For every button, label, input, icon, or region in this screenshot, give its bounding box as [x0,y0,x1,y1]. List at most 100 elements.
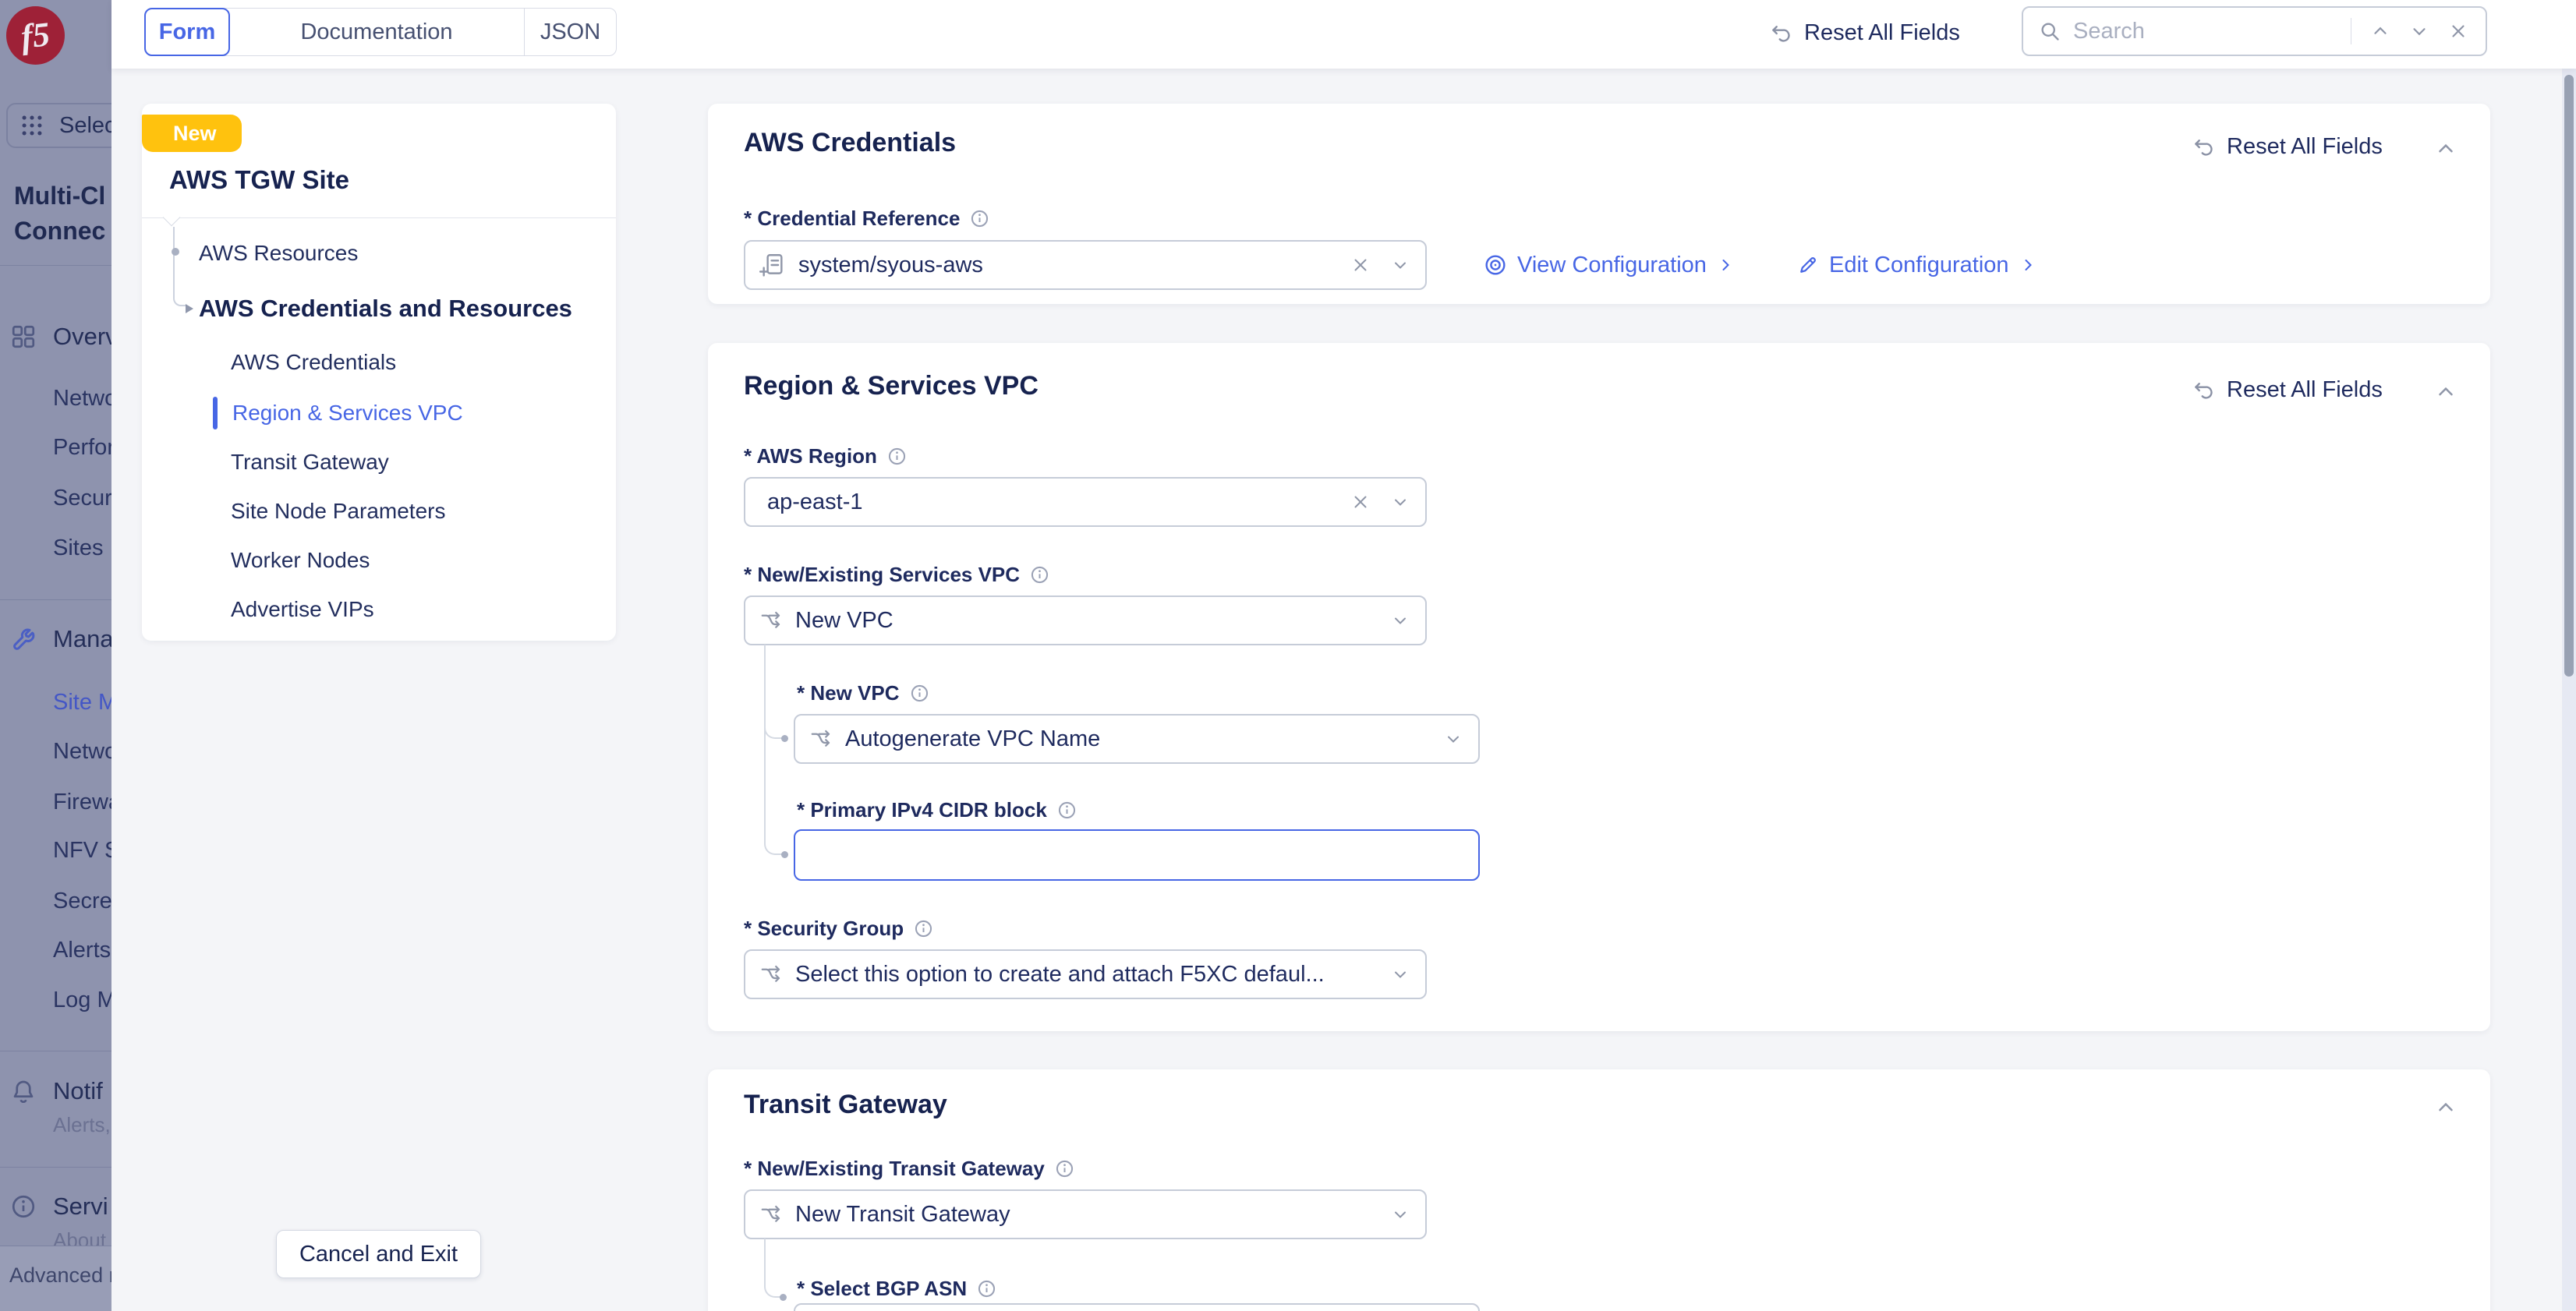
new-vpc-select[interactable]: Autogenerate VPC Name [794,714,1480,764]
tree-bullet [172,248,179,256]
info-icon[interactable] [1029,564,1050,585]
chevron-down-icon[interactable] [1391,256,1410,274]
scrollbar-thumb[interactable] [2564,75,2574,677]
sidebar-item-performance: Perfor [53,434,111,461]
transit-gateway-select[interactable]: New Transit Gateway [744,1189,1427,1239]
tree-item-worker-nodes[interactable]: Worker Nodes [231,547,370,574]
view-configuration-link[interactable]: View Configuration [1483,248,1735,282]
sidebar-footer: Advanced n [0,1246,111,1311]
cancel-and-exit-label: Cancel and Exit [299,1242,458,1267]
undo-icon [1770,22,1793,45]
security-group-value: Select this option to create and attach … [795,962,1391,988]
tab-json[interactable]: JSON [524,9,616,55]
aws-region-select[interactable]: ap-east-1 [744,477,1427,527]
sidebar-divider [0,599,111,600]
reset-all-fields-button[interactable]: Reset All Fields [1770,20,1960,46]
section-region-services-vpc [708,343,2490,1031]
info-icon[interactable] [976,1278,997,1299]
tree-item-site-node-parameters[interactable]: Site Node Parameters [231,498,445,525]
info-icon[interactable] [969,208,990,229]
cidr-input[interactable] [794,829,1480,881]
reference-icon [759,252,786,278]
tab-documentation[interactable]: Documentation [229,9,524,55]
field-label-row: * Select BGP ASN [797,1275,997,1302]
transit-gateway-label: * New/Existing Transit Gateway [744,1157,1045,1181]
credential-reference-select[interactable]: system/syous-aws [744,240,1427,290]
edit-configuration-link[interactable]: Edit Configuration [1796,248,2037,282]
bgp-asn-select[interactable] [794,1303,1480,1311]
tree-arrow-icon [186,304,193,313]
select-service-button: Selec [6,103,111,148]
services-vpc-label: * New/Existing Services VPC [744,563,1020,587]
field-label-row: * New VPC [797,680,930,706]
field-label-row: * AWS Region [744,443,908,469]
transit-gateway-value: New Transit Gateway [795,1202,1391,1228]
sidebar-item-firewall: Firewa [53,789,111,815]
info-icon[interactable] [913,918,934,939]
sidebar-item-network: Netwo [53,385,111,412]
info-icon[interactable] [909,683,930,704]
tree-active-bar [213,397,218,429]
view-mode-tabs: Form Documentation JSON [144,8,617,56]
tree-item-aws-credentials[interactable]: AWS Credentials [231,349,396,376]
sidebar: f5 Selec Multi-Cl Connec Overv Netwo Per… [0,0,111,1311]
collapse-section-icon[interactable] [2434,137,2457,161]
chevron-down-icon[interactable] [1391,965,1410,984]
cancel-and-exit-button[interactable]: Cancel and Exit [276,1230,481,1278]
sidebar-item-security: Secur [53,485,111,511]
search-prev-icon[interactable] [2370,21,2390,41]
wrench-icon [9,625,37,653]
tree-item-advertise-vips[interactable]: Advertise VIPs [231,596,374,623]
security-group-select[interactable]: Select this option to create and attach … [744,949,1427,999]
sidebar-item-site-management: Site M [53,689,111,716]
collapse-section-icon[interactable] [2434,380,2457,404]
nested-connector [764,645,784,855]
tree-item-aws-resources[interactable]: AWS Resources [199,240,358,267]
bell-icon [9,1077,37,1105]
services-vpc-select[interactable]: New VPC [744,595,1427,645]
nested-connector [764,1239,781,1298]
clear-x-icon[interactable] [1350,255,1371,275]
clear-x-icon[interactable] [1350,492,1371,512]
tree-connector [173,227,186,306]
search-icon [2039,20,2061,42]
chevron-down-icon[interactable] [1444,730,1463,748]
search-next-icon[interactable] [2409,21,2429,41]
edit-icon [1796,253,1820,277]
chevron-down-icon[interactable] [1391,611,1410,630]
edit-configuration-label: Edit Configuration [1829,253,2009,278]
f5-logo-text: f5 [19,14,52,57]
collapse-section-icon[interactable] [2434,1096,2457,1119]
one-of-icon [759,1203,783,1226]
cidr-label: * Primary IPv4 CIDR block [797,798,1047,822]
new-vpc-label: * New VPC [797,681,900,705]
search-input[interactable] [2072,18,2351,45]
tree-item-region-services-vpc[interactable]: Region & Services VPC [232,400,463,426]
sidebar-item-service-info: Servi [53,1193,108,1221]
credential-reference-label: * Credential Reference [744,207,960,231]
tab-form[interactable]: Form [144,8,230,56]
undo-icon [2192,136,2216,159]
info-icon[interactable] [886,446,908,467]
tree-item-aws-credentials-resources[interactable]: AWS Credentials and Resources [199,294,572,323]
connector-dot [780,1294,787,1301]
chevron-down-icon[interactable] [1391,493,1410,511]
tree-item-transit-gateway[interactable]: Transit Gateway [231,449,389,475]
search-close-icon[interactable] [2448,21,2468,41]
section-reset-label: Reset All Fields [2227,134,2383,160]
info-icon [9,1193,37,1221]
f5xc-console: f5 Selec Multi-Cl Connec Overv Netwo Per… [0,0,2576,1311]
field-label-row: * Primary IPv4 CIDR block [797,797,1077,823]
info-icon[interactable] [1054,1158,1075,1179]
sidebar-item-networking: Netwo [53,738,111,765]
one-of-icon [809,727,833,751]
aws-region-label: * AWS Region [744,444,877,468]
chevron-down-icon[interactable] [1391,1205,1410,1224]
search-bar [2022,6,2487,56]
section-reset-button[interactable]: Reset All Fields [2192,134,2383,160]
info-icon[interactable] [1056,800,1077,821]
section-reset-button[interactable]: Reset All Fields [2192,377,2383,403]
apps-grid-icon [19,112,45,139]
chevron-right-icon [2019,256,2037,274]
sidebar-item-notifications-sub: Alerts, [53,1113,111,1137]
